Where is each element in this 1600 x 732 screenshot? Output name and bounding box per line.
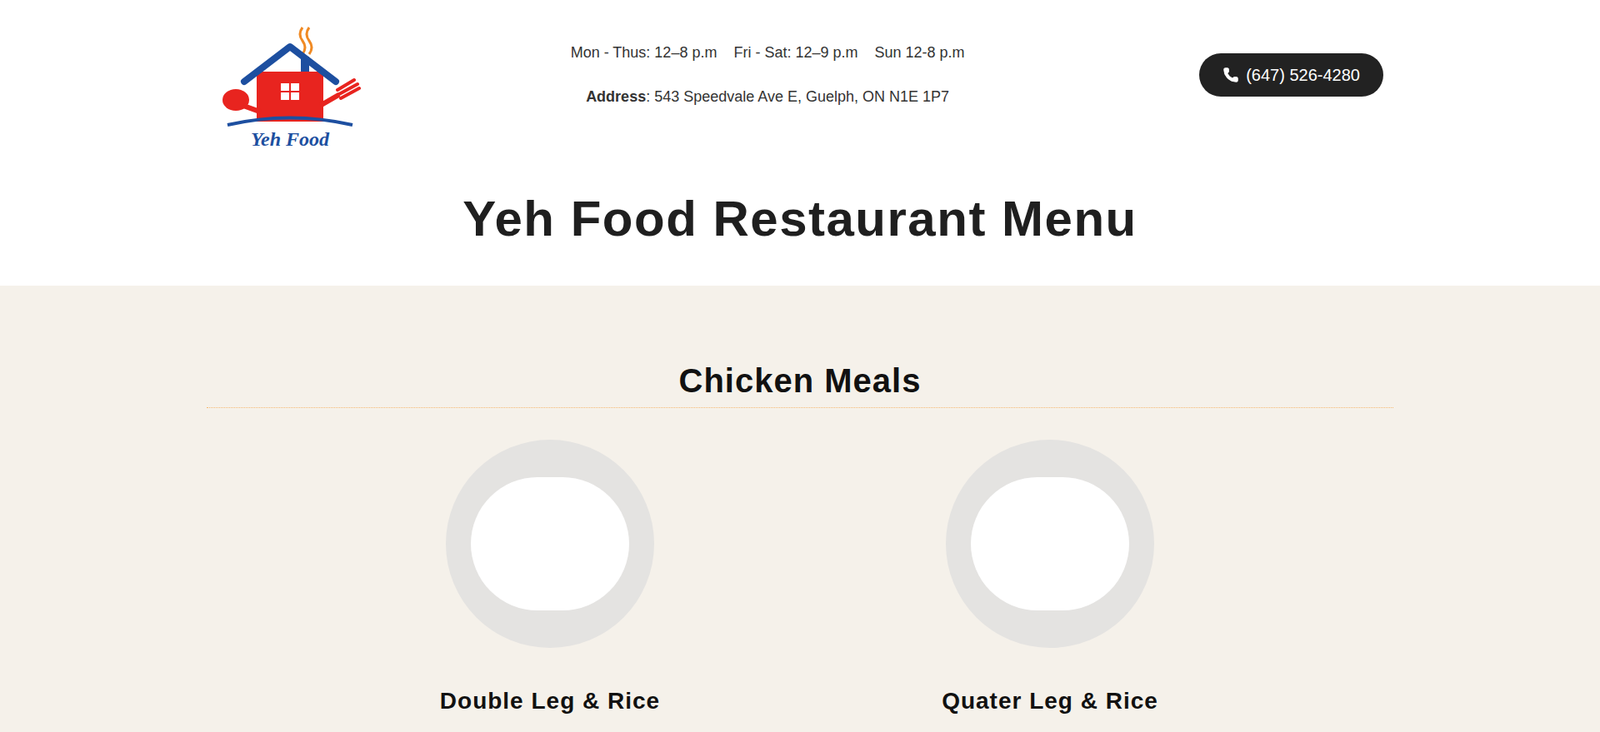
logo[interactable]: Yeh Food [219, 23, 361, 151]
hours-item: Mon - Thus: 12–8 p.m [570, 41, 718, 65]
section-heading: Chicken Meals [206, 360, 1394, 401]
address: Address: 543 Speedvale Ave E, Guelph, ON… [585, 85, 950, 109]
section-divider [206, 407, 1394, 409]
dish-photo [445, 440, 655, 649]
hours: Mon - Thus: 12–8 p.m Fri - Sat: 12–9 p.m S… [570, 41, 965, 65]
menu-item[interactable]: Double Leg & Rice [341, 440, 759, 717]
header: Yeh Food Mon - Thus: 12–8 p.m Fri - Sat: 1… [206, 0, 1394, 151]
menu-section: Chicken Meals Double Leg & Rice Quater Leg… [206, 285, 1394, 732]
item-name: Quater Leg & Rice [941, 686, 1159, 717]
hours-item: Fri - Sat: 12–9 p.m [733, 41, 858, 65]
info: Mon - Thus: 12–8 p.m Fri - Sat: 12–9 p.m S… [570, 41, 965, 109]
item-name: Double Leg & Rice [440, 686, 660, 717]
phone-button[interactable]: (647) 526-4280 [1199, 53, 1384, 97]
house-logo-icon [219, 23, 361, 128]
hours-item: Sun 12-8 p.m [874, 41, 965, 65]
phone-icon [1222, 66, 1240, 84]
menu-item[interactable]: Quater Leg & Rice [841, 440, 1259, 717]
logo-text: Yeh Food [250, 127, 330, 151]
dish-photo [945, 440, 1155, 649]
page: Yeh Food Mon - Thus: 12–8 p.m Fri - Sat: 1… [0, 0, 1600, 732]
top-area: Yeh Food Mon - Thus: 12–8 p.m Fri - Sat: 1… [0, 0, 1600, 286]
item-list: Double Leg & Rice Quater Leg & Rice [206, 408, 1394, 717]
page-title: Yeh Food Restaurant Menu [0, 150, 1600, 286]
